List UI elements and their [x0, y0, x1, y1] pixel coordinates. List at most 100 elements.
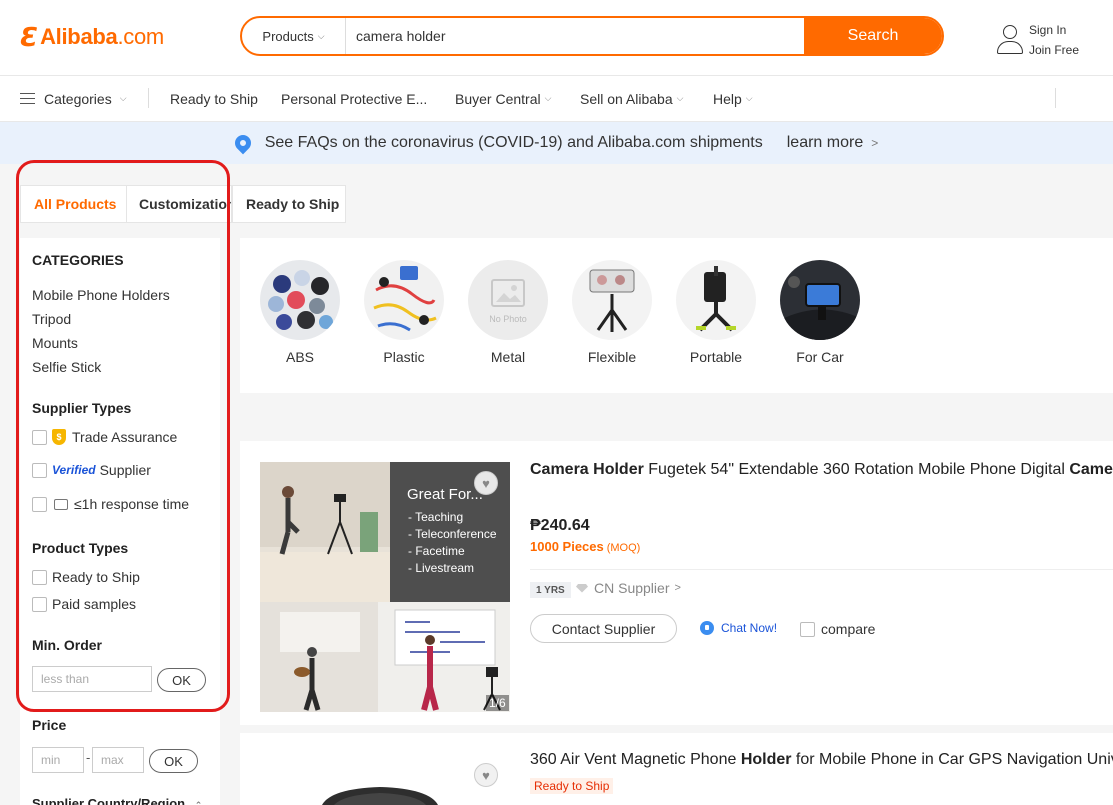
filter-verified-supplier[interactable]: Verified Supplier	[32, 462, 151, 478]
price-min-input[interactable]: min	[32, 747, 84, 773]
compare-checkbox[interactable]	[800, 621, 815, 637]
ready-to-ship-tag: Ready to Ship	[530, 778, 614, 794]
search-button[interactable]: Search	[804, 18, 942, 54]
product-title[interactable]: 360 Air Vent Magnetic Phone Holder for M…	[530, 751, 1113, 769]
min-order-heading: Min. Order	[32, 637, 103, 653]
min-order-input[interactable]: less than	[32, 666, 152, 692]
nav-divider	[148, 88, 149, 108]
header: ℇ Alibaba.com Products ⌵ Search Sign In …	[0, 0, 1113, 76]
chat-icon	[54, 498, 68, 510]
title-text: 360 Air Vent Magnetic Phone	[530, 751, 741, 768]
filter-sidebar: CATEGORIES Mobile Phone Holders Tripod M…	[20, 238, 220, 805]
chevron-down-icon: ⌵	[745, 93, 753, 103]
menu-icon	[20, 93, 35, 104]
title-text: for Mobile Phone in Car GPS Navigation U…	[791, 751, 1113, 768]
filter-paid-samples[interactable]: Paid samples	[32, 596, 136, 612]
chat-now-link[interactable]: Chat Now!	[700, 621, 777, 635]
supplier-country-heading[interactable]: Supplier Country/Region ⌃	[32, 796, 202, 805]
attribute-label-flexible[interactable]: Flexible	[572, 349, 652, 365]
favorite-heart-icon[interactable]: ♥	[474, 763, 498, 787]
price-ok-button[interactable]: OK	[149, 749, 198, 773]
tab-ready-to-ship[interactable]: Ready to Ship	[232, 185, 346, 223]
attribute-label-for-car[interactable]: For Car	[780, 349, 860, 365]
image-list-item: - Livestream	[408, 561, 475, 575]
filter-trade-assurance[interactable]: $ Trade Assurance	[32, 429, 177, 445]
join-free-link[interactable]: Join Free	[1029, 40, 1079, 60]
car-mount-thumbnail[interactable]	[780, 260, 860, 340]
title-bold: Camera Holder	[530, 461, 644, 478]
no-photo-icon	[491, 279, 525, 307]
verified-supplier-checkbox[interactable]	[32, 462, 47, 478]
nav-item-buyer-central[interactable]: Buyer Central ⌵	[455, 91, 551, 107]
nav-item-label: Sell on Alibaba	[580, 90, 673, 107]
chevron-right-icon: >	[871, 136, 879, 150]
category-link-tripod[interactable]: Tripod	[32, 311, 71, 327]
diamond-icon	[576, 583, 588, 593]
portable-tripod-thumbnail[interactable]	[676, 260, 756, 340]
supplier-link[interactable]: CN Supplier >	[576, 580, 681, 596]
category-link-mobile-phone-holders[interactable]: Mobile Phone Holders	[32, 287, 170, 303]
compare-toggle[interactable]: compare	[800, 621, 875, 637]
attribute-label-abs[interactable]: ABS	[260, 349, 340, 365]
flexible-tripod-thumbnail[interactable]	[572, 260, 652, 340]
sign-in-link[interactable]: Sign In	[1029, 20, 1079, 40]
search-category-dropdown[interactable]: Products ⌵	[242, 18, 346, 54]
nav-item-ready-to-ship[interactable]: Ready to Ship	[170, 91, 258, 107]
nav-item-label: Buyer Central	[455, 90, 541, 107]
chat-bubble-icon	[700, 621, 714, 635]
product-image[interactable]	[260, 753, 510, 805]
attribute-label-metal[interactable]: Metal	[468, 349, 548, 365]
favorite-heart-icon[interactable]: ♥	[474, 471, 498, 495]
search-bar: Products ⌵ Search	[240, 16, 944, 56]
ready-to-ship-label: Ready to Ship	[52, 569, 140, 585]
price-heading: Price	[32, 717, 67, 733]
learn-more-link[interactable]: learn more	[787, 134, 863, 152]
price-max-input[interactable]: max	[92, 747, 144, 773]
alibaba-logo[interactable]: ℇ Alibaba .com	[20, 22, 164, 52]
image-heading: Great For...	[407, 486, 483, 503]
card-divider	[530, 569, 1113, 570]
filter-ready-to-ship[interactable]: Ready to Ship	[32, 569, 140, 585]
location-pin-icon	[231, 131, 255, 155]
paid-samples-label: Paid samples	[52, 596, 137, 612]
chevron-up-icon: ⌃	[194, 800, 203, 805]
min-order-ok-button[interactable]: OK	[157, 668, 206, 692]
tab-customization[interactable]: Customization	[126, 185, 232, 223]
abs-popsockets-thumbnail[interactable]	[260, 260, 340, 340]
ready-to-ship-checkbox[interactable]	[32, 569, 47, 585]
supplier-years-badge: 1 YRS	[530, 582, 571, 598]
filter-response-time[interactable]: ≤1h response time	[32, 496, 189, 512]
contact-supplier-button[interactable]: Contact Supplier	[530, 614, 677, 643]
user-icon	[995, 24, 1025, 56]
alibaba-logo-icon: ℇ	[20, 21, 38, 52]
search-input[interactable]	[346, 18, 804, 54]
no-photo-caption: No Photo	[489, 314, 527, 324]
nav-item-help[interactable]: Help ⌵	[713, 91, 753, 107]
attribute-label-portable[interactable]: Portable	[676, 349, 756, 365]
image-list-item: - Facetime	[408, 544, 465, 558]
image-list-item: - Teaching	[408, 510, 464, 524]
response-time-checkbox[interactable]	[32, 496, 47, 512]
product-card: Great For... - Teaching - Teleconference…	[240, 441, 1113, 725]
search-category-label: Products	[262, 28, 314, 44]
user-account[interactable]: Sign In Join Free	[995, 20, 1079, 60]
tab-all-products[interactable]: All Products	[20, 185, 126, 223]
nav-categories[interactable]: Categories ⌵	[20, 91, 127, 107]
product-types-heading: Product Types	[32, 540, 129, 556]
nav-item-personal-protective[interactable]: Personal Protective E...	[281, 91, 427, 107]
attribute-panel: ABS Plastic No Photo Metal Flexible Port…	[240, 238, 1113, 393]
paid-samples-checkbox[interactable]	[32, 596, 47, 612]
trade-assurance-checkbox[interactable]	[32, 429, 47, 445]
verified-supplier-label: Supplier	[99, 462, 151, 478]
nav-categories-label: Categories	[44, 90, 112, 107]
category-link-mounts[interactable]: Mounts	[32, 335, 78, 351]
product-title[interactable]: Camera Holder Fugetek 54" Extendable 360…	[530, 461, 1113, 479]
moq-tag: (MOQ)	[606, 542, 641, 554]
no-photo-thumbnail[interactable]: No Photo	[468, 260, 548, 340]
nav-item-sell-on-alibaba[interactable]: Sell on Alibaba ⌵	[580, 91, 683, 107]
plastic-clips-thumbnail[interactable]	[364, 260, 444, 340]
attribute-label-plastic[interactable]: Plastic	[364, 349, 444, 365]
category-link-selfie-stick[interactable]: Selfie Stick	[32, 359, 101, 375]
product-image[interactable]: Great For... - Teaching - Teleconference…	[260, 462, 510, 712]
banner-text: See FAQs on the coronavirus (COVID-19) a…	[264, 134, 763, 151]
